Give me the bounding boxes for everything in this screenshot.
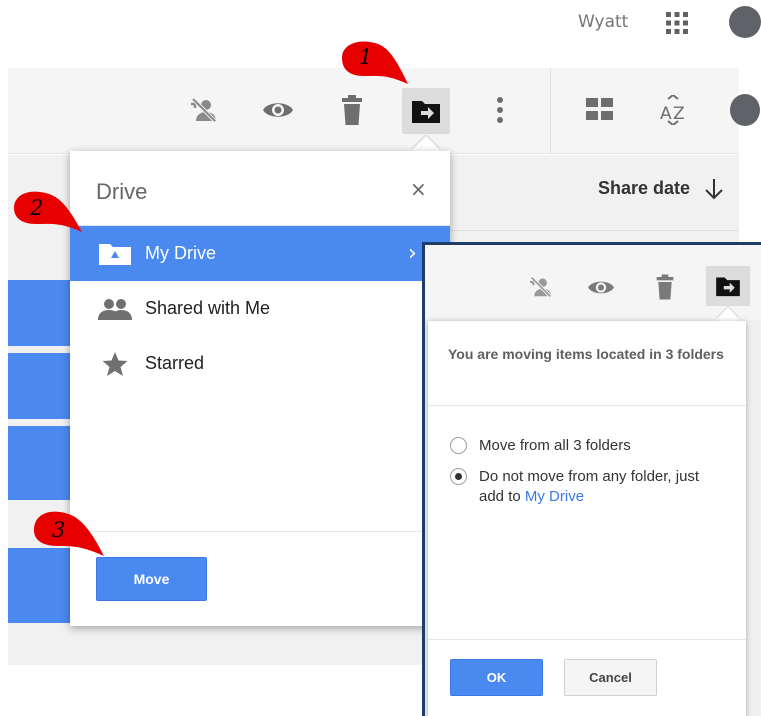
svg-text:Z: Z: [673, 104, 685, 124]
drive-folder-icon: [98, 241, 132, 267]
dialog-title: Drive: [96, 179, 148, 204]
apps-grid-icon[interactable]: [666, 12, 688, 34]
more-vert-icon[interactable]: [484, 94, 516, 126]
step-number: 1: [359, 45, 373, 69]
radio-button[interactable]: [450, 437, 467, 454]
radio-button-checked[interactable]: [450, 468, 467, 485]
divider: [70, 531, 450, 532]
table-row[interactable]: [8, 426, 70, 500]
my-drive-link[interactable]: My Drive: [525, 488, 584, 505]
table-row[interactable]: [8, 353, 70, 419]
move-to-folder-button[interactable]: [402, 88, 450, 134]
divider: [428, 405, 746, 406]
trash-icon[interactable]: [651, 273, 679, 301]
arrow-down-icon[interactable]: [704, 178, 724, 200]
dialog-item-label: My Drive: [145, 243, 216, 263]
dialog-item-label: Starred: [145, 353, 205, 373]
grid-view-icon[interactable]: [584, 94, 616, 126]
option-add-to-my-drive[interactable]: Do not move from any folder, just add to…: [450, 467, 719, 507]
move-button[interactable]: Move: [96, 557, 207, 601]
sort-column-label[interactable]: Share date: [598, 178, 690, 199]
move-to-folder-icon: [412, 101, 440, 123]
dialog-heading: You are moving items located in 3 folder…: [448, 346, 724, 362]
table-row[interactable]: [8, 280, 70, 346]
account-name[interactable]: Wyatt: [578, 12, 628, 32]
table-row[interactable]: [8, 548, 70, 623]
move-dialog: Drive × My Drive › Shared with Me Starre…: [70, 151, 450, 626]
step-number: 2: [30, 196, 44, 220]
user-avatar[interactable]: [729, 6, 761, 38]
option-label: Do not move from any folder, just add to…: [479, 467, 719, 507]
ok-button[interactable]: OK: [450, 659, 543, 696]
info-avatar[interactable]: [730, 94, 760, 126]
step-marker-1: [342, 41, 408, 84]
cancel-button[interactable]: Cancel: [564, 659, 657, 696]
preview-eye-icon[interactable]: [587, 273, 615, 301]
divider: [428, 639, 746, 640]
dialog-item-label: Shared with Me: [145, 298, 271, 318]
option-move-from-all[interactable]: Move from all 3 folders: [450, 436, 719, 456]
close-icon[interactable]: ×: [410, 177, 427, 201]
svg-text:A: A: [660, 104, 672, 124]
dialog-item-shared-with-me[interactable]: Shared with Me: [70, 281, 450, 336]
people-icon: [98, 296, 132, 322]
option-label: Move from all 3 folders: [479, 437, 631, 454]
sort-az-icon[interactable]: A Z: [657, 94, 689, 126]
inset-screenshot: You are moving items located in 3 folder…: [422, 242, 761, 716]
option-text: Do not move from any folder, just add to: [479, 468, 700, 505]
dialog-item-starred[interactable]: Starred: [70, 336, 450, 391]
remove-person-icon[interactable]: [188, 94, 220, 126]
dialog-item-my-drive[interactable]: My Drive ›: [70, 226, 450, 281]
toolbar-divider: [550, 68, 551, 154]
move-options-dialog: You are moving items located in 3 folder…: [428, 321, 746, 716]
step-number: 3: [52, 518, 66, 542]
move-to-folder-icon: [716, 277, 740, 297]
move-to-folder-button[interactable]: [706, 266, 750, 306]
chevron-right-icon[interactable]: ›: [408, 241, 417, 266]
trash-icon[interactable]: [336, 94, 368, 126]
row-divider: [450, 230, 739, 231]
remove-person-icon[interactable]: [527, 273, 555, 301]
step-marker-2: [14, 191, 82, 232]
preview-eye-icon[interactable]: [262, 94, 294, 126]
star-icon: [98, 351, 132, 377]
step-marker-3: [34, 511, 104, 556]
